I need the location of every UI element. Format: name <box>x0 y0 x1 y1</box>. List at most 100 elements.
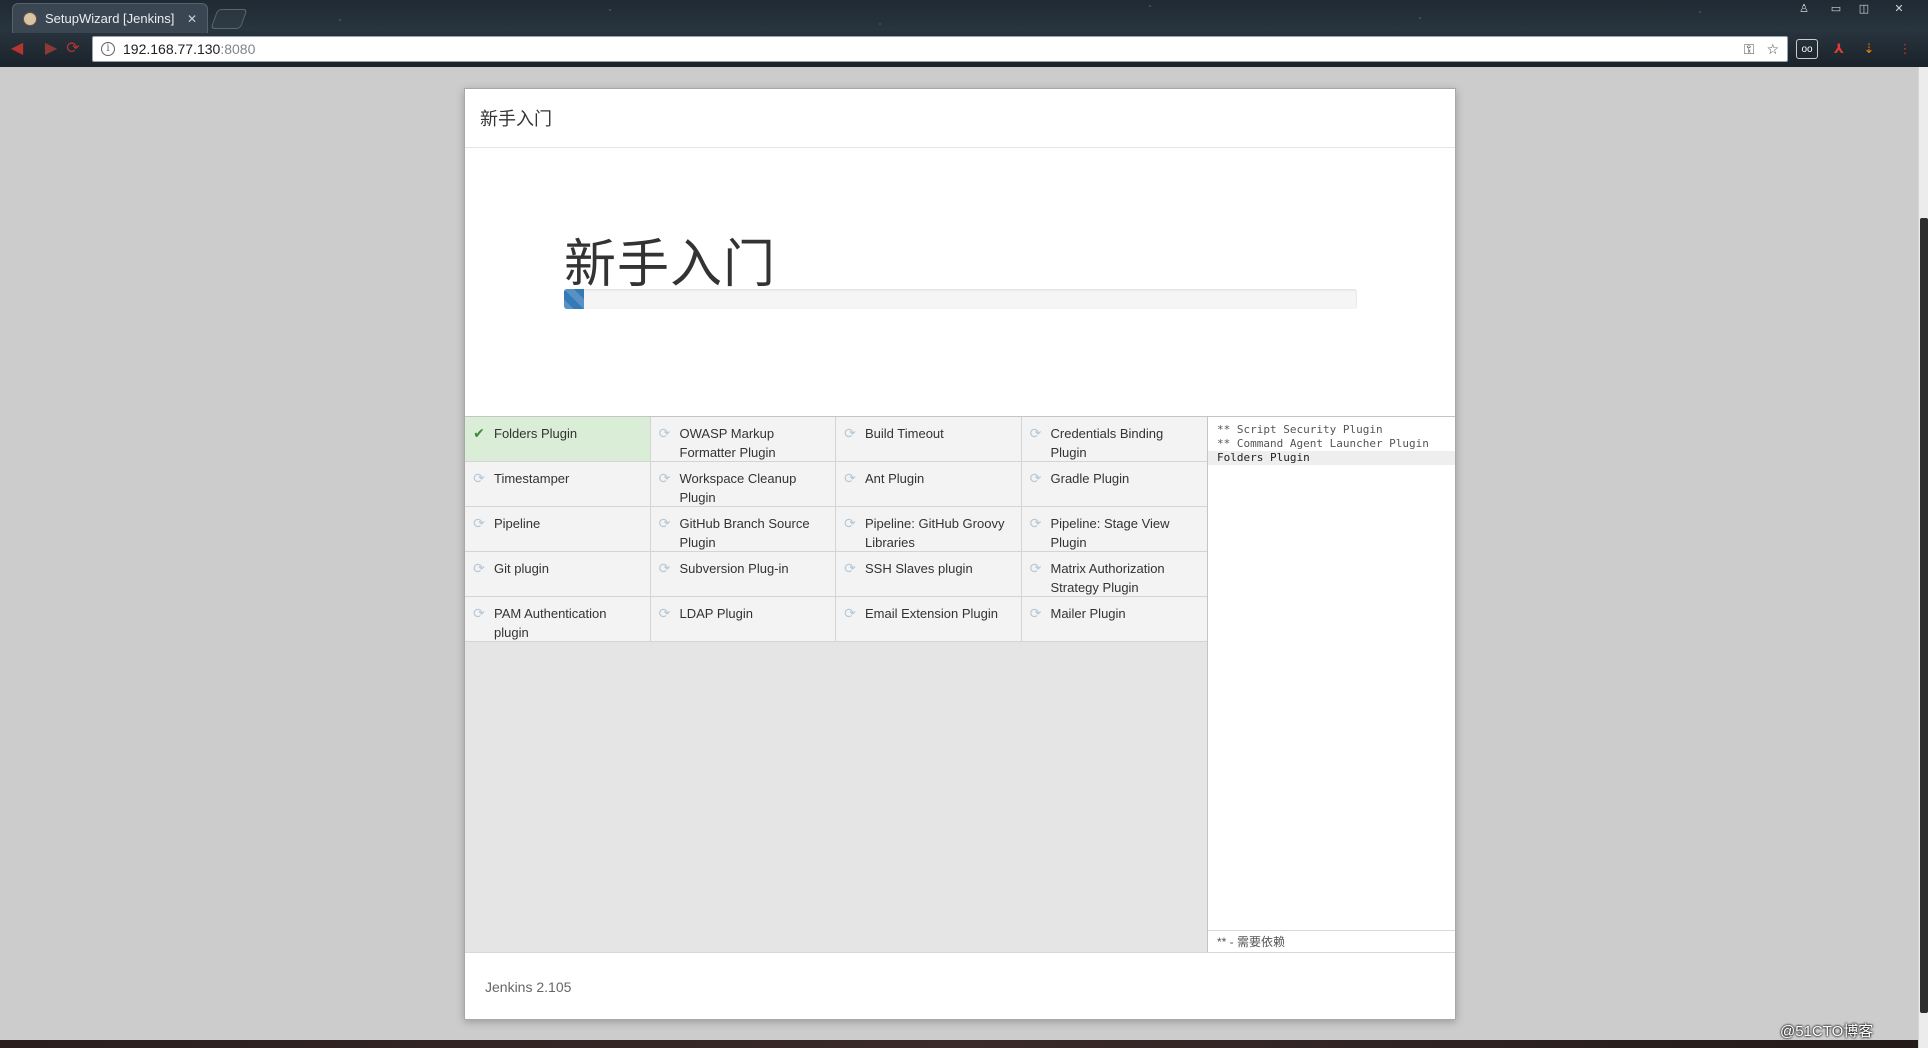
plugin-name: Pipeline <box>494 516 541 531</box>
menu-icon[interactable]: ⋮ <box>1894 39 1916 59</box>
tab-title: SetupWizard [Jenkins] <box>45 11 175 26</box>
tab-close-icon[interactable]: ✕ <box>187 12 197 26</box>
plugin-item: ⟳ Ant Plugin <box>836 462 1022 507</box>
page-title: 新手入门 <box>564 236 777 294</box>
refresh-icon: ⟳ <box>1029 560 1042 576</box>
plugin-name: OWASP Markup Formatter Plugin <box>679 426 776 460</box>
plugin-item: ⟳ PAM Authentication plugin <box>465 597 651 642</box>
plugin-grid: ✔ Folders Plugin ⟳ OWASP Markup Formatter P… <box>465 417 1208 952</box>
refresh-icon: ⟳ <box>658 605 671 621</box>
key-icon[interactable]: ⚿ <box>1744 41 1755 58</box>
plugin-item: ⟳ SSH Slaves plugin <box>836 552 1022 597</box>
plugin-item: ⟳ Timestamper <box>465 462 651 507</box>
plugin-item: ⟳ LDAP Plugin <box>650 597 836 642</box>
install-progress-bar <box>564 289 1357 309</box>
forward-arrow-icon[interactable]: ▶ <box>40 38 62 60</box>
refresh-icon: ⟳ <box>1029 515 1042 531</box>
watermark: @51CTO博客 <box>1780 1023 1874 1040</box>
plugin-item: ⟳ Email Extension Plugin <box>836 597 1022 642</box>
plugin-item: ⟳ Workspace Cleanup Plugin <box>650 462 836 507</box>
install-area: ✔ Folders Plugin ⟳ OWASP Markup Formatter P… <box>465 416 1455 952</box>
reload-icon[interactable]: ⟳ <box>62 38 84 60</box>
plugin-name: SSH Slaves plugin <box>865 561 973 576</box>
plugin-name: Timestamper <box>494 471 570 486</box>
refresh-icon: ⟳ <box>658 470 671 486</box>
hero-section: 新手入门 <box>465 148 1455 416</box>
page-scrollbar[interactable] <box>1918 67 1928 1048</box>
refresh-icon: ⟳ <box>844 560 856 576</box>
dialog-header: 新手入门 <box>465 89 1455 148</box>
plugin-name: Subversion Plug-in <box>679 561 789 576</box>
profile-icon[interactable]: ♙ <box>1790 0 1818 18</box>
back-arrow-icon[interactable]: ◀ <box>6 38 28 60</box>
new-tab-button[interactable] <box>210 9 248 29</box>
refresh-icon: ⟳ <box>658 425 671 441</box>
refresh-icon: ⟳ <box>473 560 485 576</box>
refresh-icon: ⟳ <box>1029 425 1042 441</box>
minimize-button[interactable]: ▭ <box>1822 0 1850 18</box>
log-line: ** Command Agent Launcher Plugin <box>1217 437 1429 450</box>
plugin-name: Git plugin <box>494 561 549 576</box>
plugin-name: Ant Plugin <box>865 471 925 486</box>
plugin-item: ⟳ OWASP Markup Formatter Plugin <box>650 417 836 462</box>
site-info-icon[interactable]: i <box>101 42 115 56</box>
refresh-icon: ⟳ <box>844 425 856 441</box>
refresh-icon: ⟳ <box>1029 470 1042 486</box>
log-legend: ** - 需要依赖 <box>1208 930 1455 952</box>
jenkins-version: Jenkins 2.105 <box>485 978 572 995</box>
plugin-name: Pipeline: GitHub Groovy Libraries <box>865 516 1005 550</box>
plugin-item: ⟳ Build Timeout <box>836 417 1022 462</box>
refresh-icon: ⟳ <box>844 605 856 621</box>
plugin-item: ⟳ GitHub Branch Source Plugin <box>650 507 836 552</box>
refresh-icon: ⟳ <box>658 560 671 576</box>
pdf-extension-icon[interactable]: ⅄ <box>1828 39 1850 59</box>
plugin-name: Pipeline: Stage View Plugin <box>1050 516 1170 550</box>
plugin-item: ⟳ Git plugin <box>465 552 651 597</box>
plugin-name: Matrix Authorization Strategy Plugin <box>1050 561 1165 595</box>
plugin-item: ⟳ Matrix Authorization Strategy Plugin <box>1021 552 1207 597</box>
dialog-footer: Jenkins 2.105 <box>465 952 1455 1020</box>
bookmark-star-icon[interactable]: ☆ <box>1766 41 1779 58</box>
plugin-name: Build Timeout <box>865 426 944 441</box>
plugin-name: Email Extension Plugin <box>865 606 998 621</box>
check-icon: ✔ <box>473 425 485 441</box>
download-extension-icon[interactable]: ⇣ <box>1858 39 1880 59</box>
plugin-item: ⟳ Subversion Plug-in <box>650 552 836 597</box>
refresh-icon: ⟳ <box>473 515 485 531</box>
url-port: :8080 <box>220 41 256 57</box>
plugin-name: Gradle Plugin <box>1050 471 1130 486</box>
browser-chrome: SetupWizard [Jenkins] ✕ ♙ ▭ ◫ ✕ ◀ ▶ ⟳ i … <box>0 0 1928 67</box>
install-log: ** Script Security Plugin ** Command Agen… <box>1208 417 1455 465</box>
plugin-name: Folders Plugin <box>494 426 578 441</box>
plugin-name: LDAP Plugin <box>679 606 753 621</box>
plugin-item: ⟳ Mailer Plugin <box>1021 597 1207 642</box>
setup-wizard-dialog: 新手入门 新手入门 ✔ Folders Plugin ⟳ OWASP Markup F… <box>464 88 1456 1020</box>
url-host: 192.168.77.130 <box>123 41 221 57</box>
refresh-icon: ⟳ <box>473 605 485 621</box>
plugin-item: ✔ Folders Plugin <box>465 417 651 462</box>
plugin-item: ⟳ Credentials Binding Plugin <box>1021 417 1207 462</box>
log-line: ** Script Security Plugin <box>1217 423 1383 436</box>
plugin-name: Mailer Plugin <box>1050 606 1126 621</box>
taskbar-strip <box>0 1040 1918 1048</box>
install-progress-fill <box>564 289 584 309</box>
plugin-item: ⟳ Pipeline: GitHub Groovy Libraries <box>836 507 1022 552</box>
refresh-icon: ⟳ <box>1029 605 1042 621</box>
plugin-item: ⟳ Pipeline <box>465 507 651 552</box>
maximize-button[interactable]: ◫ <box>1850 0 1878 18</box>
close-window-button[interactable]: ✕ <box>1878 0 1920 18</box>
plugin-name: GitHub Branch Source Plugin <box>679 516 810 550</box>
plugin-name: Workspace Cleanup Plugin <box>679 471 797 505</box>
browser-tab[interactable]: SetupWizard [Jenkins] ✕ <box>12 3 208 33</box>
plugin-item: ⟳ Pipeline: Stage View Plugin <box>1021 507 1207 552</box>
address-bar[interactable]: i 192.168.77.130:8080 ⚿ ☆ <box>92 36 1788 62</box>
plugin-item: ⟳ Gradle Plugin <box>1021 462 1207 507</box>
refresh-icon: ⟳ <box>658 515 671 531</box>
scrollbar-thumb[interactable] <box>1920 218 1928 1013</box>
refresh-icon: ⟳ <box>473 470 485 486</box>
refresh-icon: ⟳ <box>844 515 856 531</box>
extension-box-icon[interactable]: oo <box>1796 39 1818 59</box>
plugin-name: Credentials Binding Plugin <box>1050 426 1164 460</box>
log-line: Folders Plugin <box>1208 451 1455 465</box>
plugin-name: PAM Authentication plugin <box>494 606 607 640</box>
